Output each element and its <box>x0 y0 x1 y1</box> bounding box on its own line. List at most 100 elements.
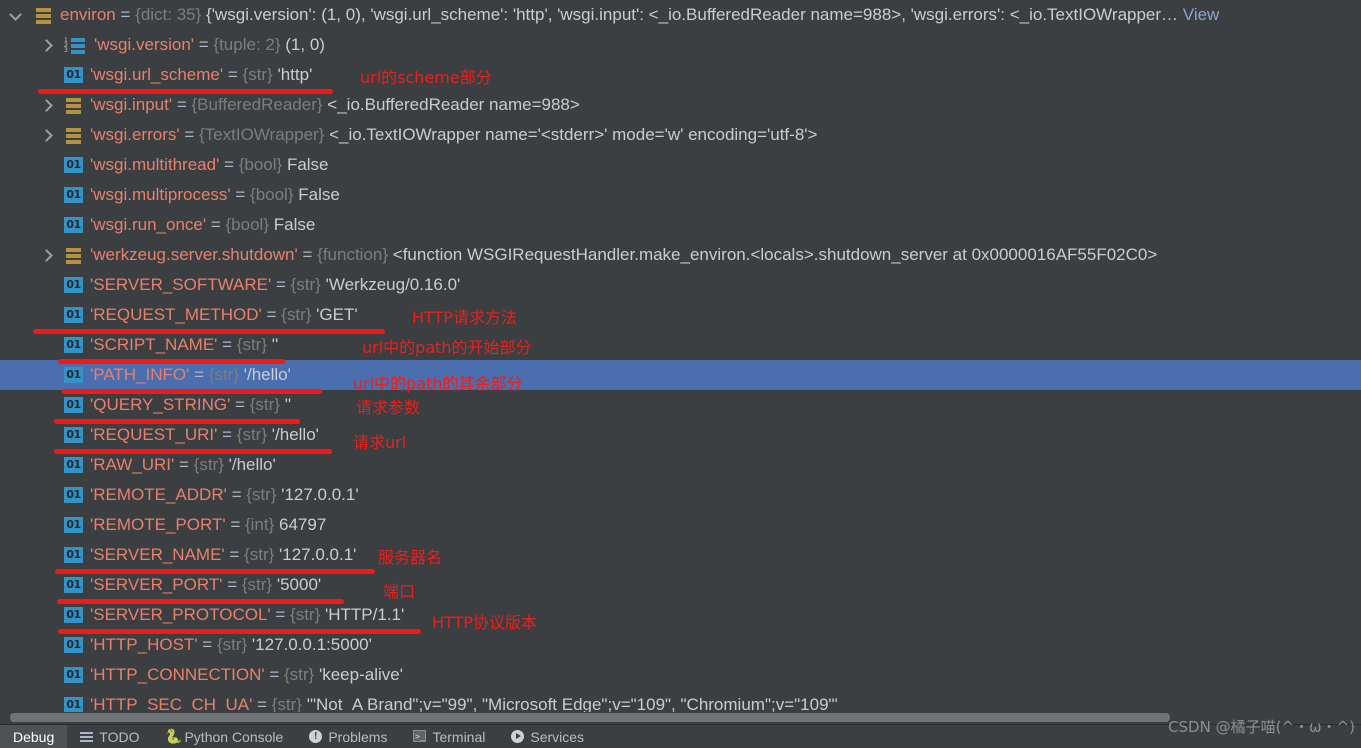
tool-window-button-terminal[interactable]: Terminal <box>400 725 498 748</box>
variable-row[interactable]: 'REMOTE_PORT' = {int} 64797 <box>0 510 1361 540</box>
assign-operator: = <box>271 275 291 294</box>
chevron-right-icon[interactable] <box>38 90 54 120</box>
variable-row[interactable]: 'RAW_URI' = {str} '/hello' <box>0 450 1361 480</box>
variable-type: {str} <box>236 425 268 444</box>
variable-type: {str} <box>290 605 321 624</box>
variable-name: 'SERVER_PORT' <box>90 575 223 594</box>
variable-row[interactable]: 'wsgi.multiprocess' = {bool} False <box>0 180 1361 210</box>
tuple-index-digits: 1 2 3 <box>64 37 68 54</box>
assign-operator: = <box>270 605 291 624</box>
variable-name: 'QUERY_STRING' <box>90 395 231 414</box>
assign-operator: = <box>225 515 245 534</box>
variable-row[interactable]: 'wsgi.url_scheme' = {str} 'http' <box>0 60 1361 90</box>
variable-value: (1, 0) <box>285 35 325 54</box>
tool-window-button-todo[interactable]: TODO <box>67 725 152 748</box>
variable-type: {str} <box>241 575 273 594</box>
variable-type: {str} <box>249 395 280 414</box>
horizontal-scrollbar[interactable] <box>0 712 1361 724</box>
string-icon <box>64 60 84 90</box>
variable-value: False <box>298 185 340 204</box>
assign-operator: = <box>194 35 214 54</box>
string-icon <box>64 300 84 330</box>
variable-name: 'REMOTE_ADDR' <box>90 485 227 504</box>
chevron-right-icon[interactable] <box>38 120 54 150</box>
variable-row[interactable]: 'REQUEST_URI' = {str} '/hello' <box>0 420 1361 450</box>
variable-value: 'keep-alive' <box>318 665 403 684</box>
variable-row[interactable]: 'SERVER_PORT' = {str} '5000' <box>0 570 1361 600</box>
assign-operator: = <box>217 335 237 354</box>
tool-window-button-python-console[interactable]: Python Console <box>152 725 296 748</box>
chevron-right-icon[interactable] <box>38 240 54 270</box>
variable-name: 'RAW_URI' <box>90 455 175 474</box>
variable-value: '127.0.0.1' <box>281 485 359 504</box>
tool-window-bar[interactable]: Debug TODO Python Console Problems Terminal S… <box>0 724 1361 748</box>
assign-operator: = <box>230 185 251 204</box>
variable-row[interactable]: 'HTTP_HOST' = {str} '127.0.0.1:5000' <box>0 630 1361 660</box>
chevron-down-icon[interactable] <box>8 0 24 30</box>
variable-row[interactable]: environ = {dict: 35} {'wsgi.version': (1… <box>0 0 1361 30</box>
variable-value: 'HTTP/1.1' <box>325 605 405 624</box>
variable-name: 'REQUEST_METHOD' <box>90 305 262 324</box>
variable-row[interactable]: 'werkzeug.server.shutdown' = {function} … <box>0 240 1361 270</box>
tool-window-button-label: Services <box>530 729 585 745</box>
string-icon <box>64 600 84 630</box>
string-icon <box>64 570 84 600</box>
variable-row[interactable]: 'wsgi.multithread' = {bool} False <box>0 150 1361 180</box>
variable-name: 'SCRIPT_NAME' <box>90 335 218 354</box>
assign-operator: = <box>179 125 199 144</box>
assign-operator: = <box>226 485 247 504</box>
variable-value: False <box>286 155 329 174</box>
tool-window-button-debug[interactable]: Debug <box>0 725 68 748</box>
variable-row[interactable]: 'SCRIPT_NAME' = {str} '' <box>0 330 1361 360</box>
tool-window-button-problems[interactable]: Problems <box>296 725 400 748</box>
variable-type: {str} <box>242 65 273 84</box>
variable-row[interactable]: 'SERVER_SOFTWARE' = {str} 'Werkzeug/0.16… <box>0 270 1361 300</box>
assign-operator: = <box>223 65 243 84</box>
variable-row[interactable]: 'wsgi.errors' = {TextIOWrapper} <_io.Tex… <box>0 120 1361 150</box>
variable-type: {str} <box>216 635 248 654</box>
assign-operator: = <box>206 215 226 234</box>
variable-row[interactable]: 'SERVER_NAME' = {str} '127.0.0.1' <box>0 540 1361 570</box>
object-icon <box>64 120 84 150</box>
variable-name: 'REMOTE_PORT' <box>90 515 226 534</box>
variables-tree[interactable]: environ = {dict: 35} {'wsgi.version': (1… <box>0 0 1361 712</box>
variable-row[interactable]: 'HTTP_SEC_CH_UA' = {str} '"Not_A Brand";… <box>0 690 1361 712</box>
variable-name: 'wsgi.input' <box>90 95 173 114</box>
variable-row[interactable]: 'HTTP_CONNECTION' = {str} 'keep-alive' <box>0 660 1361 690</box>
variable-row[interactable]: 1 2 3 'wsgi.version' = {tuple: 2} (1, 0) <box>0 30 1361 60</box>
view-link[interactable]: View <box>1183 5 1220 24</box>
variable-row[interactable]: 'PATH_INFO' = {str} '/hello' <box>0 360 1361 390</box>
assign-operator: = <box>174 455 194 474</box>
string-icon <box>64 630 84 660</box>
object-icon <box>64 90 84 120</box>
string-icon <box>64 690 84 712</box>
variable-row[interactable]: 'QUERY_STRING' = {str} '' <box>0 390 1361 420</box>
chevron-right-icon[interactable] <box>38 30 54 60</box>
variable-row[interactable]: 'SERVER_PROTOCOL' = {str} 'HTTP/1.1' <box>0 600 1361 630</box>
assign-operator: = <box>197 635 217 654</box>
string-icon <box>64 150 84 180</box>
variable-row[interactable]: 'wsgi.run_once' = {bool} False <box>0 210 1361 240</box>
variable-name: 'REQUEST_URI' <box>90 425 218 444</box>
variable-type: {dict: 35} <box>135 5 202 24</box>
variable-row[interactable]: 'REMOTE_ADDR' = {str} '127.0.0.1' <box>0 480 1361 510</box>
variable-row[interactable]: 'REQUEST_METHOD' = {str} 'GET' <box>0 300 1361 330</box>
variable-value: 64797 <box>279 515 327 534</box>
variable-row[interactable]: 'wsgi.input' = {BufferedReader} <_io.Buf… <box>0 90 1361 120</box>
horizontal-scrollbar-thumb[interactable] <box>10 713 1170 722</box>
variable-type: {str} <box>208 365 239 384</box>
tool-window-button-label: Terminal <box>432 729 486 745</box>
tool-window-button-services[interactable]: Services <box>498 725 597 748</box>
tool-window-button-label: Python Console <box>184 729 284 745</box>
